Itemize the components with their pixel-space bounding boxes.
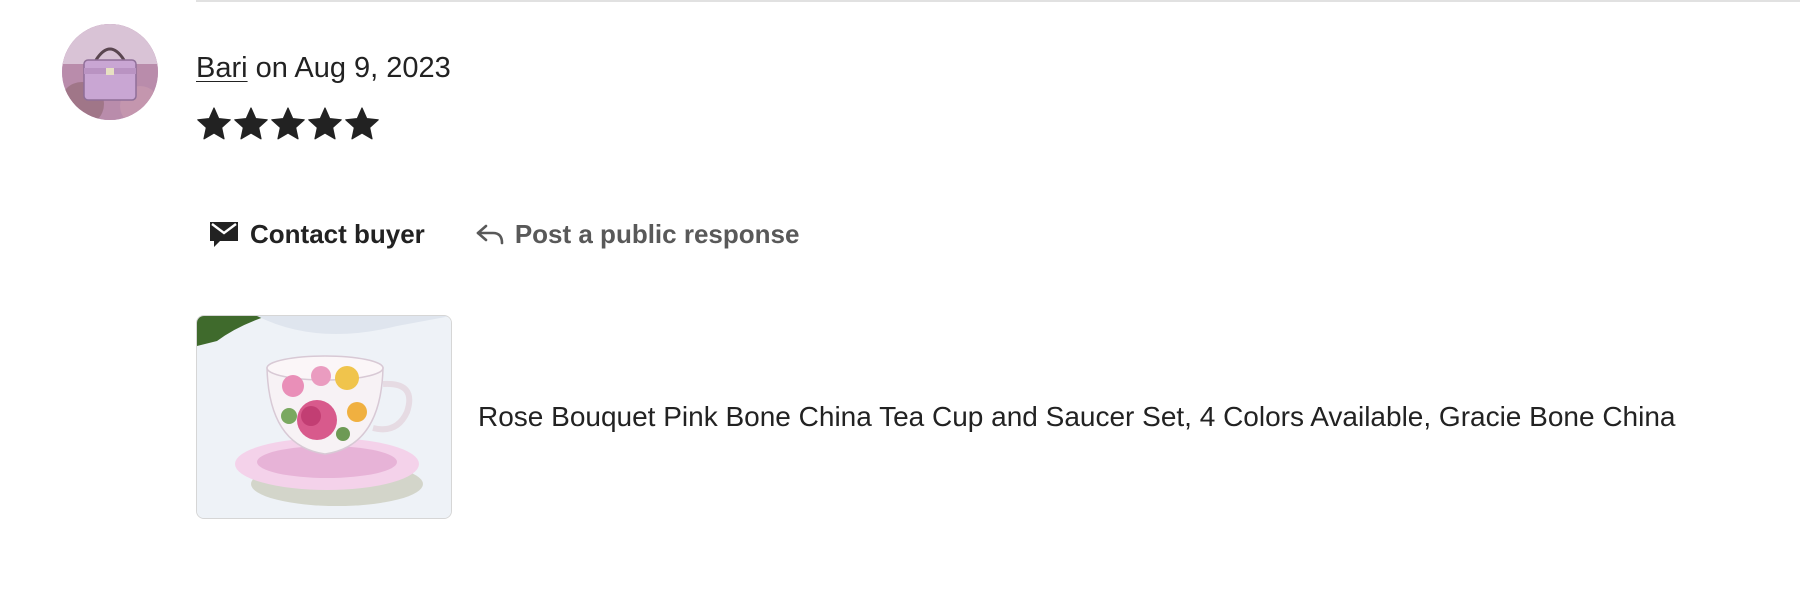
star-icon: [233, 106, 269, 146]
contact-buyer-label: Contact buyer: [250, 218, 425, 249]
star-rating: [196, 106, 1760, 146]
listing-thumbnail[interactable]: [196, 315, 452, 519]
review-panel: Bari on Aug 9, 2023 Contact buyer Post a…: [0, 0, 1800, 604]
review-date: on Aug 9, 2023: [247, 52, 451, 84]
review-actions: Contact buyer Post a public response: [196, 214, 1760, 254]
star-icon: [196, 106, 232, 146]
post-public-response-label: Post a public response: [514, 218, 800, 249]
reviewed-listing[interactable]: Rose Bouquet Pink Bone China Tea Cup and…: [196, 315, 1676, 519]
avatar-image: [62, 24, 158, 120]
star-icon: [344, 106, 380, 146]
contact-buyer-button[interactable]: Contact buyer: [208, 219, 425, 250]
avatar[interactable]: [62, 24, 158, 120]
star-icon: [307, 106, 343, 146]
review-content: Bari on Aug 9, 2023 Contact buyer Post a…: [196, 48, 1760, 254]
reviewer-name-link[interactable]: Bari: [196, 52, 248, 84]
divider: [196, 0, 1800, 2]
review-byline: Bari on Aug 9, 2023: [196, 48, 1760, 88]
reply-arrow-icon: [475, 221, 505, 247]
envelope-speech-icon: [208, 219, 240, 249]
post-public-response-button[interactable]: Post a public response: [475, 218, 800, 250]
listing-title-link[interactable]: Rose Bouquet Pink Bone China Tea Cup and…: [478, 399, 1676, 435]
star-icon: [270, 106, 306, 146]
